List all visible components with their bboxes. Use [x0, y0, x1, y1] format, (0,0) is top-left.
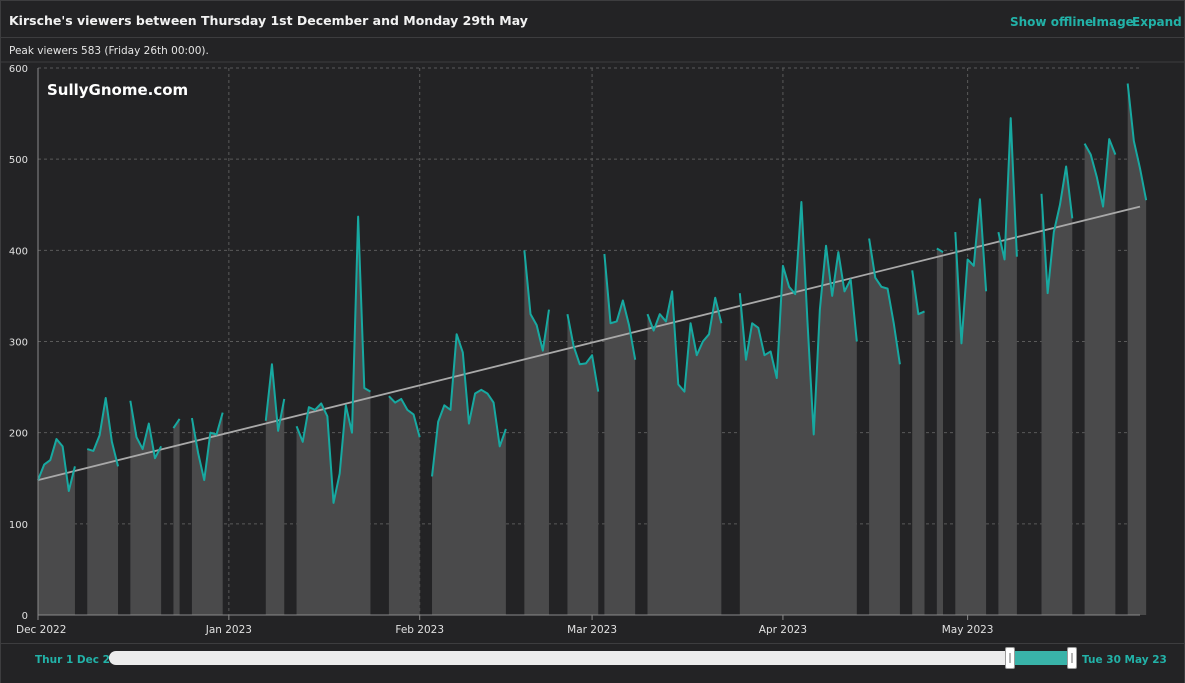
range-start-label: Thur 1 Dec 22	[35, 654, 118, 666]
range-end-label: Tue 30 May 23	[1082, 654, 1167, 666]
area-segment-16	[936, 248, 943, 615]
x-tick-label-3: Mar 2023	[567, 624, 617, 636]
y-tick-label-0: 0	[22, 611, 28, 622]
range-end-handle[interactable]	[1067, 647, 1077, 669]
x-tick-label-1: Jan 2023	[205, 624, 252, 636]
y-tick-label-300: 300	[9, 338, 28, 349]
x-tick-label-5: May 2023	[942, 624, 994, 636]
area-segment-3	[173, 418, 180, 615]
area-segment-7	[388, 396, 420, 615]
y-tick-label-100: 100	[9, 520, 28, 531]
x-tick-label-2: Feb 2023	[395, 624, 444, 636]
x-tick-label-4: Apr 2023	[759, 624, 807, 636]
area-segment-21	[1127, 83, 1147, 615]
y-tick-label-200: 200	[9, 429, 28, 440]
chart-panel: Kirsche's viewers between Thursday 1st D…	[0, 0, 1185, 683]
range-track[interactable]	[109, 651, 1077, 665]
y-tick-label-400: 400	[9, 246, 28, 257]
y-tick-label-500: 500	[9, 155, 28, 166]
viewers-chart: 0 100 200 300 400 500 600 Dec 2022 Jan 2023 Feb 2…	[1, 61, 1184, 636]
range-start-handle[interactable]	[1005, 647, 1015, 669]
y-tick-label-600: 600	[9, 64, 28, 75]
area-segment-15	[912, 270, 925, 615]
x-tick-label-0: Dec 2022	[16, 624, 66, 636]
area-segment-20	[1084, 139, 1116, 616]
range-selection[interactable]	[1009, 651, 1072, 665]
range-navigator: Thur 1 Dec 22 Tue 30 May 23	[1, 643, 1184, 683]
watermark-logo: SullyGnome.com	[47, 81, 188, 99]
